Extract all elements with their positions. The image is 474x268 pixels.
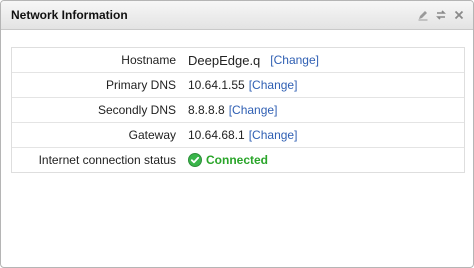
change-secondly-dns-link[interactable]: [Change] — [229, 103, 278, 117]
primary-dns-value: 10.64.1.55 — [188, 78, 245, 92]
hostname-label: Hostname — [121, 53, 176, 67]
panel-header: Network Information — [1, 1, 473, 30]
gateway-value: 10.64.68.1 — [188, 128, 245, 142]
secondly-dns-value: 8.8.8.8 — [188, 103, 225, 117]
network-info-panel: Network Information Hostname DeepEdge.q … — [0, 0, 474, 268]
gateway-label: Gateway — [128, 128, 176, 142]
change-primary-dns-link[interactable]: [Change] — [249, 78, 298, 92]
network-info-table: Hostname DeepEdge.q [Change] Primary DNS… — [11, 47, 465, 173]
secondly-dns-row: Secondly DNS 8.8.8.8 [Change] — [12, 97, 464, 122]
panel-title: Network Information — [11, 8, 128, 22]
secondly-dns-label: Secondly DNS — [97, 103, 176, 117]
hostname-value: DeepEdge.q — [188, 52, 261, 68]
panel-tools — [417, 9, 465, 21]
check-circle-icon — [188, 153, 202, 167]
connection-status-value: Connected — [206, 153, 269, 167]
change-hostname-link[interactable]: [Change] — [270, 53, 319, 67]
connection-status-label: Internet connection status — [38, 153, 176, 167]
primary-dns-label: Primary DNS — [105, 78, 176, 92]
connection-status-row: Internet connection status Connected — [12, 147, 464, 172]
refresh-icon[interactable] — [435, 9, 447, 21]
hostname-row: Hostname DeepEdge.q [Change] — [12, 48, 464, 72]
change-gateway-link[interactable]: [Change] — [249, 128, 298, 142]
close-icon[interactable] — [453, 9, 465, 21]
edit-icon[interactable] — [417, 9, 429, 21]
primary-dns-row: Primary DNS 10.64.1.55 [Change] — [12, 72, 464, 97]
gateway-row: Gateway 10.64.68.1 [Change] — [12, 122, 464, 147]
